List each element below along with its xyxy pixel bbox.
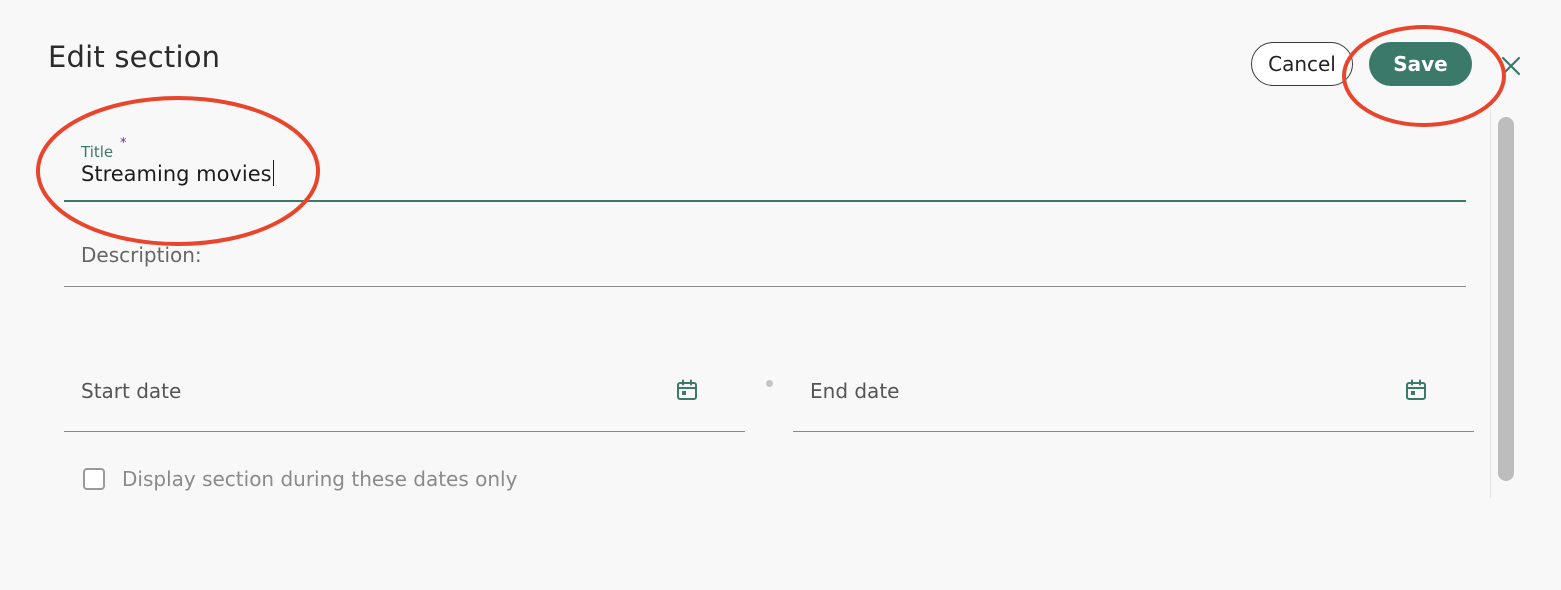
description-field[interactable]: Description: (64, 230, 1466, 287)
end-date-field[interactable]: End date (793, 360, 1474, 432)
end-date-placeholder: End date (810, 379, 900, 403)
start-date-placeholder: Start date (81, 379, 182, 403)
edit-section-dialog: Edit section Cancel Save Title * Streami… (0, 0, 1561, 590)
close-button[interactable] (1498, 53, 1524, 79)
calendar-icon[interactable] (676, 379, 698, 401)
title-input-value: Streaming movies (81, 162, 272, 186)
title-label: Title (81, 143, 114, 161)
description-label: Description: (81, 243, 202, 267)
date-range-separator (766, 380, 773, 387)
calendar-icon[interactable] (1405, 379, 1427, 401)
title-field[interactable]: Title * Streaming movies (64, 130, 1466, 202)
title-input[interactable]: Streaming movies (81, 160, 275, 186)
close-icon (1501, 56, 1521, 76)
cancel-button[interactable]: Cancel (1251, 42, 1353, 86)
required-asterisk: * (120, 136, 127, 151)
save-button[interactable]: Save (1369, 42, 1472, 86)
scrollbar-thumb[interactable] (1498, 117, 1514, 481)
display-dates-only-checkbox[interactable] (83, 468, 105, 490)
start-date-field[interactable]: Start date (64, 360, 745, 432)
display-dates-only-label: Display section during these dates only (122, 467, 518, 491)
annotation-overlay (36, 25, 1506, 246)
text-caret (272, 160, 275, 186)
dialog-title: Edit section (48, 40, 221, 74)
